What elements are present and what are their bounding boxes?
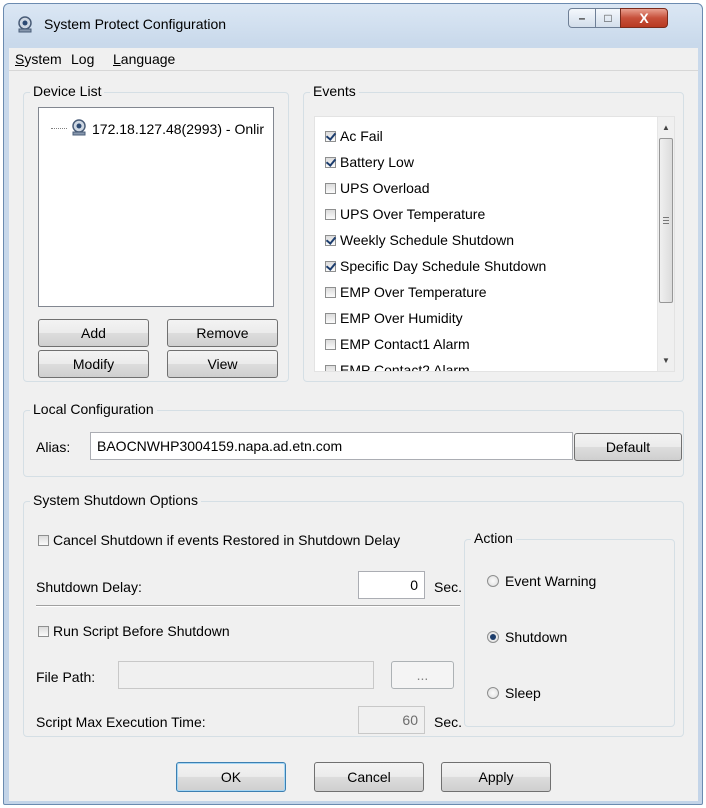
checkbox-box[interactable]: [325, 130, 336, 142]
minimize-button[interactable]: –: [568, 8, 596, 28]
checkbox-box[interactable]: [325, 234, 336, 246]
local-config-title: Local Configuration: [30, 401, 157, 417]
cancel-shutdown-checkbox[interactable]: Cancel Shutdown if events Restored in Sh…: [38, 532, 400, 548]
max-exec-label: Script Max Execution Time:: [36, 714, 206, 730]
device-list-group: Device List 172.18.127.48(2993) - Onlir …: [23, 83, 289, 382]
browse-button[interactable]: ...: [391, 661, 454, 689]
file-path-label: File Path:: [36, 669, 96, 685]
event-label: UPS Overload: [340, 180, 430, 196]
event-label: EMP Contact2 Alarm: [340, 362, 470, 372]
separator: [36, 605, 460, 607]
device-list-title: Device List: [30, 83, 105, 99]
client-area: Device List 172.18.127.48(2993) - Onlir …: [9, 71, 698, 801]
checkbox-box[interactable]: [38, 534, 49, 546]
title-bar[interactable]: System Protect Configuration – □ X: [4, 4, 702, 48]
event-label: Battery Low: [340, 154, 414, 170]
event-label: Weekly Schedule Shutdown: [340, 232, 515, 248]
remove-button[interactable]: Remove: [167, 319, 278, 347]
events-scrollbar[interactable]: ▲ ▼: [657, 117, 674, 371]
menu-log[interactable]: Log: [71, 51, 94, 67]
event-checkbox[interactable]: EMP Over Humidity: [325, 307, 463, 329]
menu-language[interactable]: Language: [113, 51, 175, 67]
event-label: Ac Fail: [340, 128, 383, 144]
maximize-icon: □: [604, 11, 612, 25]
events-title: Events: [310, 83, 359, 99]
scroll-thumb[interactable]: [659, 138, 673, 303]
radio-shutdown[interactable]: Shutdown: [487, 629, 567, 645]
event-checkbox[interactable]: Weekly Schedule Shutdown: [325, 229, 514, 251]
exec-sec-label: Sec.: [434, 714, 463, 730]
shutdown-options-group: System Shutdown Options Cancel Shutdown …: [23, 492, 684, 737]
ok-button[interactable]: OK: [176, 762, 286, 792]
checkbox-box[interactable]: [325, 260, 336, 272]
event-label: Specific Day Schedule Shutdown: [340, 258, 547, 274]
event-checkbox[interactable]: UPS Overload: [325, 177, 429, 199]
scroll-up-icon[interactable]: ▲: [658, 119, 674, 136]
checkbox-box[interactable]: [325, 182, 336, 194]
events-group: Events Ac Fail Battery Low UPS Overload UPS…: [303, 83, 684, 382]
checkbox-box[interactable]: [38, 625, 49, 637]
apply-button[interactable]: Apply: [441, 762, 551, 792]
action-group: Action Event Warning Shutdown Sleep: [464, 530, 675, 727]
radio-sleep[interactable]: Sleep: [487, 685, 541, 701]
event-label: EMP Over Humidity: [340, 310, 463, 326]
local-config-group: Local Configuration Alias: BAOCNWHP30041…: [23, 401, 684, 477]
checkbox-box[interactable]: [325, 286, 336, 298]
cancel-button[interactable]: Cancel: [314, 762, 424, 792]
device-tree-item[interactable]: 172.18.127.48(2993) - Onlir: [51, 118, 264, 139]
checkbox-box[interactable]: [325, 156, 336, 168]
radio-circle[interactable]: [487, 631, 499, 643]
action-title: Action: [471, 530, 516, 546]
add-button[interactable]: Add: [38, 319, 149, 347]
tree-connector: [51, 128, 67, 129]
event-checkbox[interactable]: UPS Over Temperature: [325, 203, 485, 225]
alias-input[interactable]: BAOCNWHP3004159.napa.ad.etn.com: [90, 432, 573, 460]
event-checkbox[interactable]: Ac Fail: [325, 125, 383, 147]
checkbox-box[interactable]: [325, 338, 336, 350]
radio-event-warning[interactable]: Event Warning: [487, 573, 596, 589]
shutdown-delay-input[interactable]: 0: [358, 571, 425, 599]
menu-system[interactable]: System: [15, 51, 62, 67]
device-label: 172.18.127.48(2993) - Onlir: [92, 120, 264, 137]
radio-circle[interactable]: [487, 575, 499, 587]
view-button[interactable]: View: [167, 350, 278, 378]
device-list[interactable]: 172.18.127.48(2993) - Onlir: [38, 107, 274, 307]
checkbox-box[interactable]: [325, 364, 336, 371]
default-button[interactable]: Default: [574, 433, 682, 461]
run-script-checkbox[interactable]: Run Script Before Shutdown: [38, 623, 230, 639]
max-exec-input[interactable]: 60: [358, 706, 425, 734]
delay-sec-label: Sec.: [434, 579, 463, 595]
maximize-button[interactable]: □: [595, 8, 621, 28]
minimize-icon: –: [578, 11, 586, 25]
device-camera-icon: [16, 15, 34, 36]
shutdown-delay-label: Shutdown Delay:: [36, 579, 142, 595]
radio-circle[interactable]: [487, 687, 499, 699]
event-checkbox[interactable]: EMP Contact1 Alarm: [325, 333, 470, 355]
scroll-down-icon[interactable]: ▼: [658, 352, 674, 369]
event-checkbox[interactable]: Battery Low: [325, 151, 414, 173]
device-camera-icon: [70, 118, 88, 139]
close-icon: X: [639, 10, 649, 26]
menu-bar: System Log Language: [9, 48, 698, 71]
event-checkbox[interactable]: EMP Contact2 Alarm: [325, 359, 470, 372]
alias-label: Alias:: [36, 439, 71, 455]
app-window: System Protect Configuration – □ X Syste…: [3, 3, 703, 805]
event-checkbox[interactable]: EMP Over Temperature: [325, 281, 487, 303]
events-list[interactable]: Ac Fail Battery Low UPS Overload UPS Over T…: [314, 116, 675, 372]
checkbox-box[interactable]: [325, 312, 336, 324]
shutdown-options-title: System Shutdown Options: [30, 492, 201, 508]
event-label: UPS Over Temperature: [340, 206, 486, 222]
file-path-input[interactable]: [118, 661, 374, 689]
event-label: EMP Over Temperature: [340, 284, 487, 300]
window-title: System Protect Configuration: [44, 16, 227, 32]
checkbox-box[interactable]: [325, 208, 336, 220]
close-button[interactable]: X: [620, 8, 668, 28]
event-checkbox[interactable]: Specific Day Schedule Shutdown: [325, 255, 546, 277]
modify-button[interactable]: Modify: [38, 350, 149, 378]
event-label: EMP Contact1 Alarm: [340, 336, 470, 352]
